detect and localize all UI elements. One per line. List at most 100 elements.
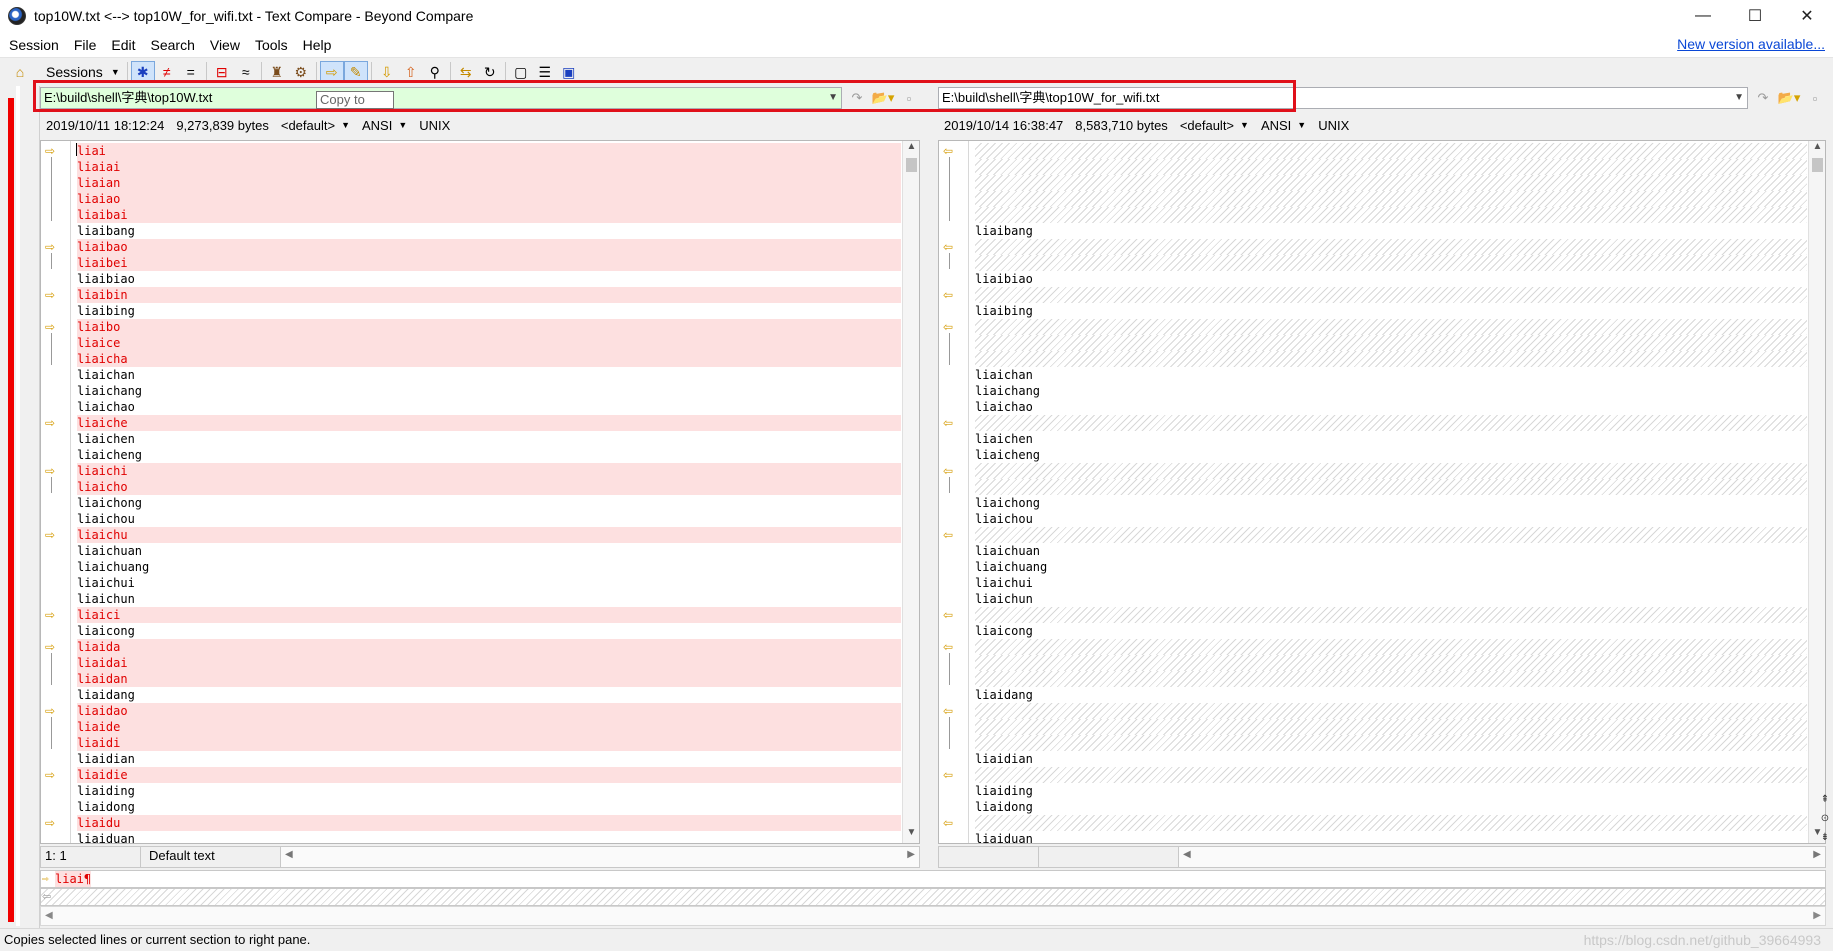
- save-icon[interactable]: ▫: [898, 88, 920, 108]
- left-line-row[interactable]: liaiao: [77, 191, 901, 207]
- copy-to-right-icon[interactable]: ⇨: [319, 61, 344, 83]
- left-line-row[interactable]: liaidan: [77, 671, 901, 687]
- right-line-row[interactable]: [975, 159, 1807, 175]
- left-line-row[interactable]: liaidai: [77, 655, 901, 671]
- copy-left-arrow-icon[interactable]: ⇦: [943, 609, 957, 621]
- format-icon[interactable]: ⚙: [289, 61, 313, 83]
- detail-horizontal-scrollbar[interactable]: ◀ ▶: [40, 906, 1826, 926]
- left-line-row[interactable]: liaibei: [77, 255, 901, 271]
- right-line-row[interactable]: [975, 607, 1807, 623]
- history-icon[interactable]: ↷: [1752, 88, 1774, 108]
- right-line-row[interactable]: [975, 239, 1807, 255]
- right-line-row[interactable]: [975, 815, 1807, 831]
- copy-right-arrow-icon[interactable]: ⇨: [45, 241, 59, 253]
- chevron-down-icon[interactable]: ▼: [341, 120, 350, 130]
- copy-left-arrow-icon[interactable]: ⇦: [943, 145, 957, 157]
- right-line-row[interactable]: liaidian: [975, 751, 1807, 767]
- left-line-row[interactable]: liaicheng: [77, 447, 901, 463]
- chevron-down-icon[interactable]: ▼: [828, 88, 838, 108]
- left-line-row[interactable]: liaiduan: [77, 831, 901, 843]
- context-icon[interactable]: ⊟: [210, 61, 234, 83]
- right-line-row[interactable]: [975, 639, 1807, 655]
- copy-left-arrow-icon[interactable]: ⇦: [943, 321, 957, 333]
- left-encoding[interactable]: ANSI: [362, 118, 392, 133]
- menu-view[interactable]: View: [201, 37, 246, 53]
- menu-file[interactable]: File: [65, 37, 103, 53]
- right-text-pane[interactable]: ▲ ▼ ⇦ liaibang ⇦ liaibiao ⇦ liaibing ⇦ liaichan…: [938, 140, 1826, 844]
- right-line-row[interactable]: [975, 703, 1807, 719]
- next-diff-icon[interactable]: ⇩: [375, 61, 399, 83]
- folder-open-icon[interactable]: 📂▾: [1774, 88, 1804, 108]
- minimize-button[interactable]: —: [1677, 0, 1729, 32]
- left-line-row[interactable]: liaichou: [77, 511, 901, 527]
- left-line-row[interactable]: liaida: [77, 639, 901, 655]
- right-line-row[interactable]: liaibing: [975, 303, 1807, 319]
- left-horizontal-scrollbar[interactable]: ◀ ▶: [281, 847, 919, 867]
- right-line-row[interactable]: [975, 175, 1807, 191]
- right-line-row[interactable]: [975, 463, 1807, 479]
- right-line-row[interactable]: [975, 767, 1807, 783]
- chevron-down-icon[interactable]: ▼: [1240, 120, 1249, 130]
- left-line-row[interactable]: liaibing: [77, 303, 901, 319]
- scroll-right-icon[interactable]: ▶: [907, 849, 915, 860]
- right-line-row[interactable]: liaidang: [975, 687, 1807, 703]
- left-line-row[interactable]: liaichan: [77, 367, 901, 383]
- left-line-row[interactable]: liaicha: [77, 351, 901, 367]
- right-line-row[interactable]: liaichuang: [975, 559, 1807, 575]
- left-line-row[interactable]: liaichi: [77, 463, 901, 479]
- same-icon[interactable]: =: [179, 61, 203, 83]
- copy-right-arrow-icon[interactable]: ⇨: [45, 529, 59, 541]
- right-horizontal-scrollbar[interactable]: ◀ ▶: [1179, 847, 1825, 867]
- left-line-row[interactable]: liaice: [77, 335, 901, 351]
- right-line-row[interactable]: liaichang: [975, 383, 1807, 399]
- menu-session[interactable]: Session: [0, 37, 65, 53]
- right-line-row[interactable]: [975, 527, 1807, 543]
- chevron-down-icon[interactable]: ▼: [1734, 88, 1744, 108]
- right-line-row[interactable]: [975, 719, 1807, 735]
- tree-icon[interactable]: ▣: [557, 61, 581, 83]
- copy-left-arrow-icon[interactable]: ⇦: [943, 641, 957, 653]
- left-line-row[interactable]: liaichuan: [77, 543, 901, 559]
- right-line-row[interactable]: liaibiao: [975, 271, 1807, 287]
- last-diff-icon[interactable]: ⇟: [1818, 828, 1832, 847]
- scroll-down-icon[interactable]: ▼: [903, 827, 919, 843]
- left-line-row[interactable]: liai: [77, 143, 901, 159]
- right-line-row[interactable]: [975, 655, 1807, 671]
- left-line-row[interactable]: liaichun: [77, 591, 901, 607]
- left-line-ending[interactable]: UNIX: [419, 118, 450, 133]
- copy-left-arrow-icon[interactable]: ⇦: [943, 241, 957, 253]
- copy-right-arrow-icon[interactable]: ⇨: [45, 641, 59, 653]
- menu-search[interactable]: Search: [142, 37, 201, 53]
- scroll-left-icon[interactable]: ◀: [1183, 849, 1191, 860]
- right-line-row[interactable]: [975, 335, 1807, 351]
- save-icon[interactable]: ▫: [1804, 88, 1826, 108]
- right-line-row[interactable]: [975, 479, 1807, 495]
- left-line-row[interactable]: liaiai: [77, 159, 901, 175]
- left-line-row[interactable]: liaidu: [77, 815, 901, 831]
- left-line-row[interactable]: liaian: [77, 175, 901, 191]
- copy-right-arrow-icon[interactable]: ⇨: [45, 145, 59, 157]
- menu-help[interactable]: Help: [294, 37, 338, 53]
- right-line-row[interactable]: liaichou: [975, 511, 1807, 527]
- left-line-row[interactable]: liaidao: [77, 703, 901, 719]
- copy-left-arrow-icon[interactable]: ⇦: [943, 465, 957, 477]
- left-path-input[interactable]: E:\build\shell\字典\top10W.txt ▼: [40, 87, 842, 109]
- first-diff-icon[interactable]: ⇞: [1818, 790, 1832, 809]
- minor-icon[interactable]: ≈: [234, 61, 258, 83]
- home-icon[interactable]: ⌂: [8, 61, 32, 83]
- left-line-row[interactable]: liaichu: [77, 527, 901, 543]
- right-line-row[interactable]: [975, 255, 1807, 271]
- copy-left-arrow-icon[interactable]: ⇦: [943, 289, 957, 301]
- session-settings-icon[interactable]: ☰: [533, 61, 557, 83]
- left-line-row[interactable]: liaichong: [77, 495, 901, 511]
- left-line-row[interactable]: liaidang: [77, 687, 901, 703]
- copy-left-arrow-icon[interactable]: ⇦: [943, 529, 957, 541]
- close-button[interactable]: ✕: [1781, 0, 1833, 32]
- right-line-row[interactable]: liaichun: [975, 591, 1807, 607]
- copy-right-arrow-icon[interactable]: ⇨: [45, 705, 59, 717]
- scroll-up-icon[interactable]: ▲: [1809, 141, 1825, 157]
- right-line-row[interactable]: liaidong: [975, 799, 1807, 815]
- left-line-row[interactable]: liaicong: [77, 623, 901, 639]
- prev-diff-icon[interactable]: ⇧: [399, 61, 423, 83]
- options-icon[interactable]: ▢: [509, 61, 533, 83]
